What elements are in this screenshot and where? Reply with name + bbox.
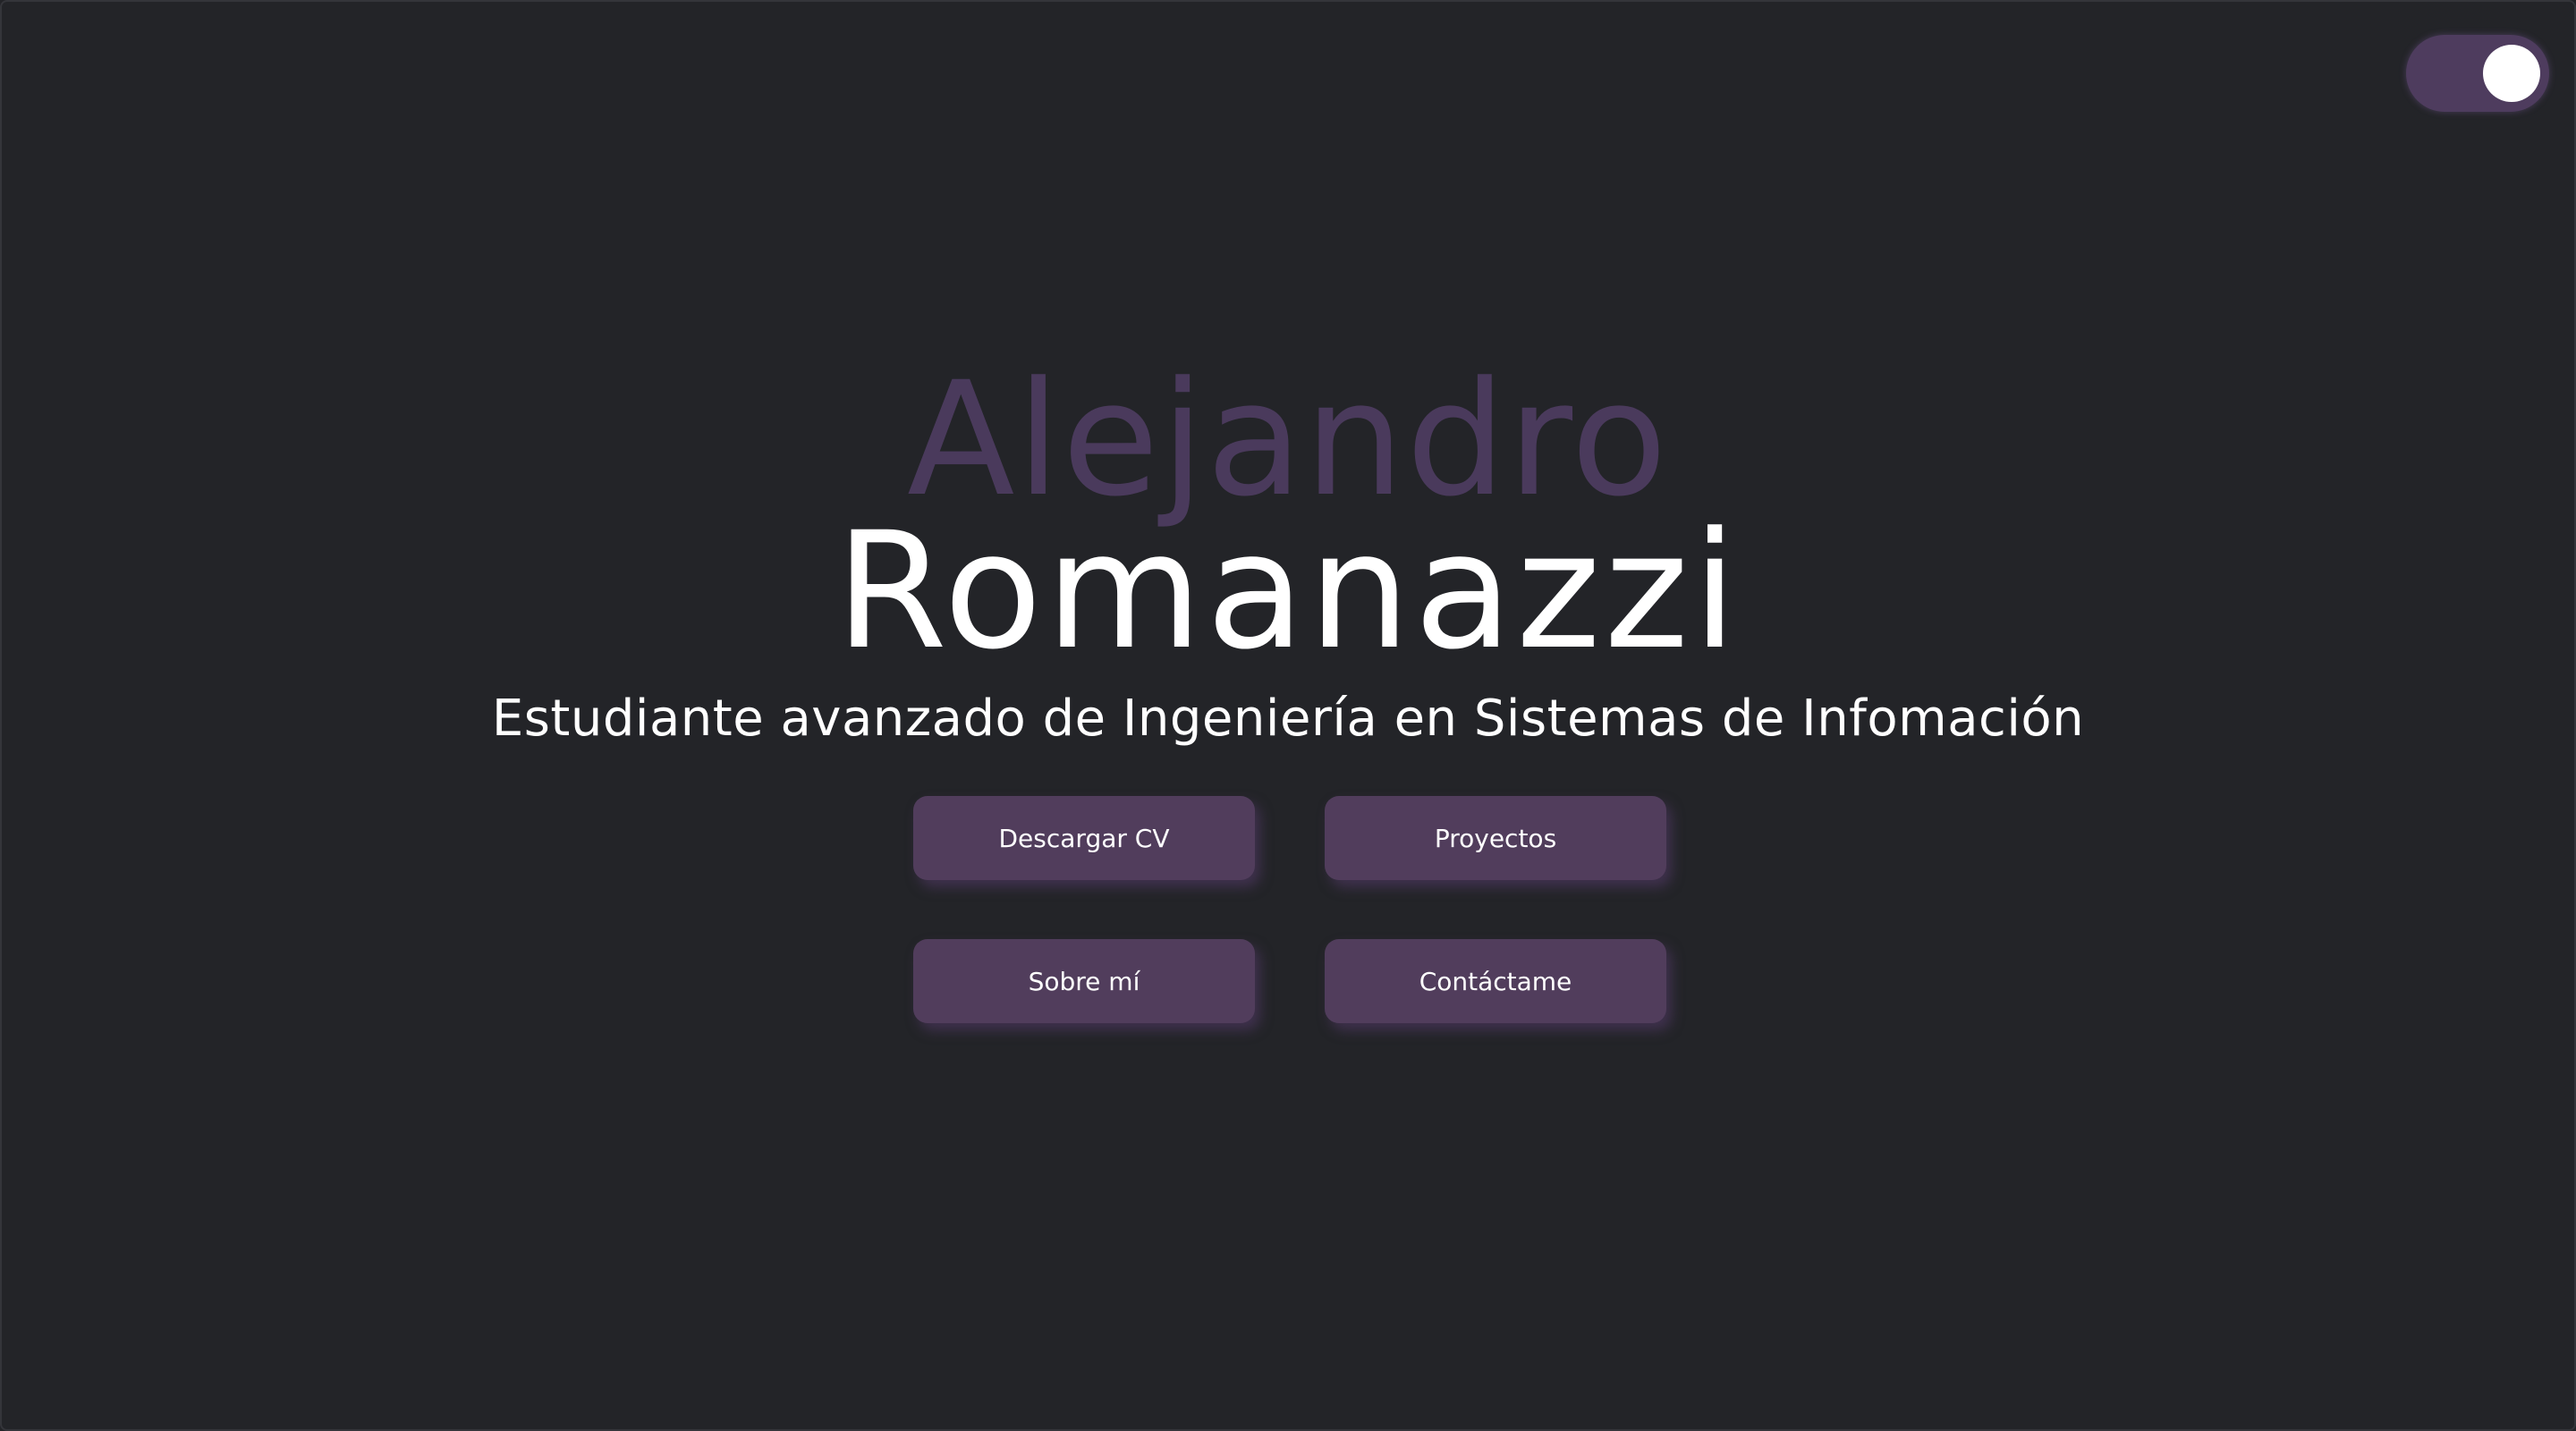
last-name-heading: Romanazzi	[835, 498, 1741, 685]
contact-label: Contáctame	[1419, 966, 1572, 996]
projects-button[interactable]: Proyectos	[1325, 796, 1666, 880]
about-button[interactable]: Sobre mí	[913, 939, 1255, 1023]
download-cv-label: Descargar CV	[998, 823, 1170, 853]
page: Alejandro Romanazzi Estudiante avanzado …	[0, 0, 2576, 1431]
hero-section: Alejandro Romanazzi Estudiante avanzado …	[2, 2, 2574, 1429]
contact-button[interactable]: Contáctame	[1325, 939, 1666, 1023]
hero-subtitle: Estudiante avanzado de Ingeniería en Sis…	[491, 690, 2085, 748]
about-label: Sobre mí	[1028, 966, 1140, 996]
download-cv-button[interactable]: Descargar CV	[913, 796, 1255, 880]
projects-label: Proyectos	[1434, 823, 1557, 853]
